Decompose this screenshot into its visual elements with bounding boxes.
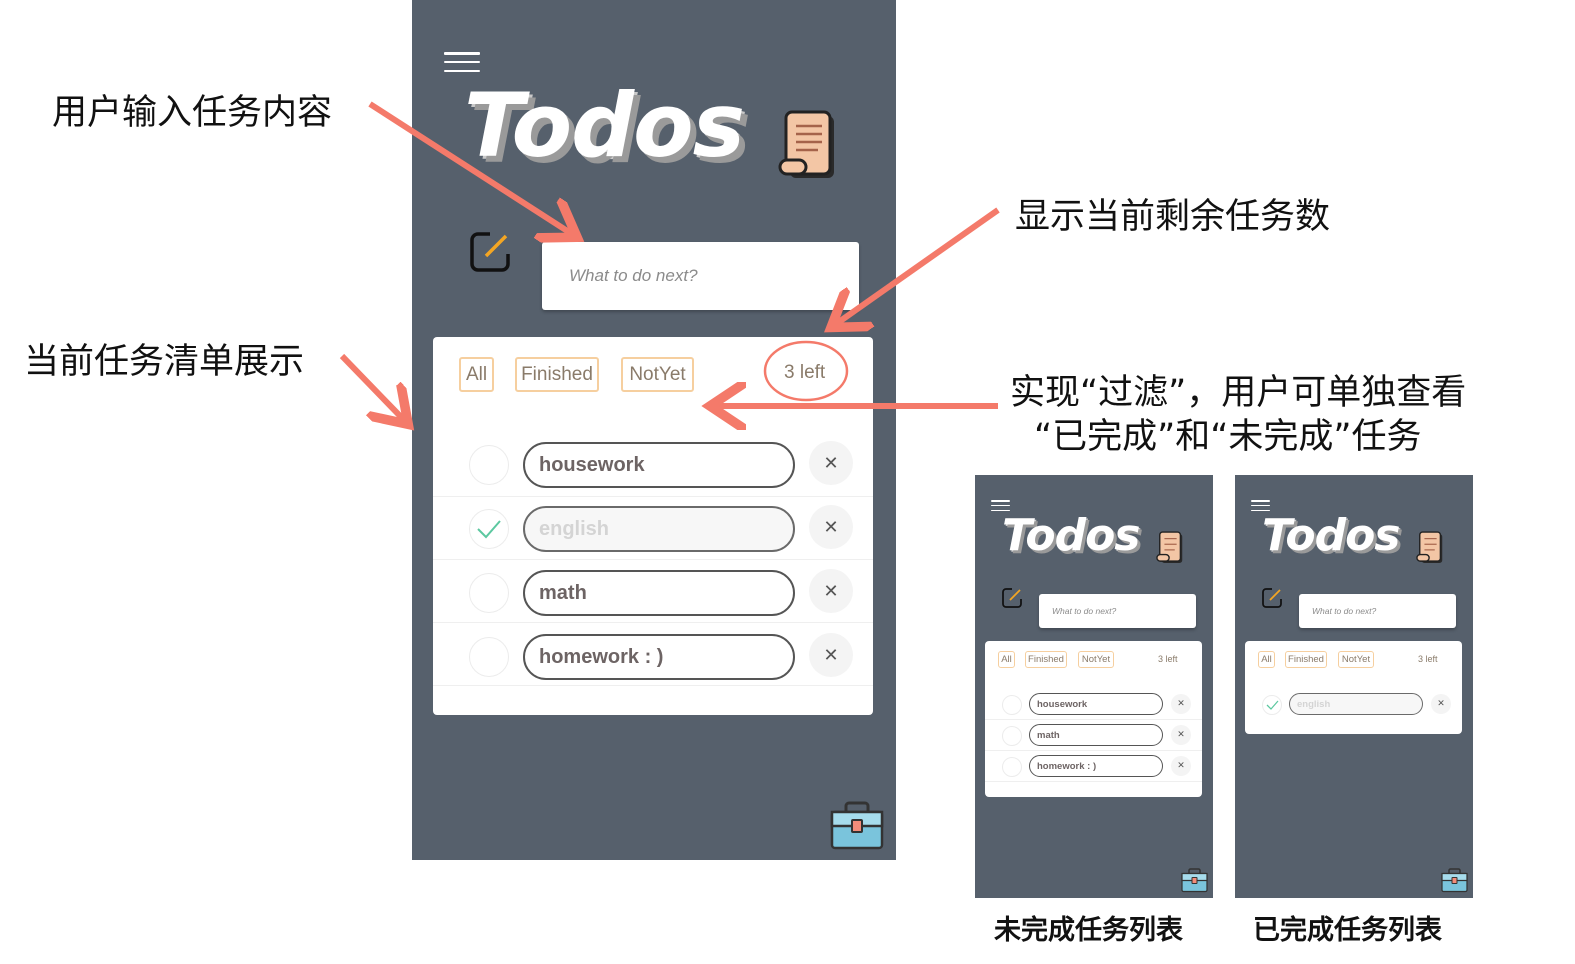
edit-icon	[1002, 588, 1022, 608]
delete-button[interactable]: ✕	[809, 633, 853, 677]
caption-notyet: 未完成任务列表	[994, 915, 1183, 946]
close-icon: ✕	[1177, 730, 1185, 740]
todo-row: math ✕	[433, 560, 873, 623]
todo-text: housework	[523, 442, 795, 488]
remaining-count: 3 left	[784, 362, 826, 383]
app-title: Todos	[1002, 510, 1140, 561]
todo-text: math	[1029, 724, 1163, 746]
toolbox-icon[interactable]	[830, 800, 884, 850]
todo-checkbox-checked[interactable]	[1262, 695, 1282, 715]
scroll-icon	[1156, 531, 1183, 563]
filter-all-button[interactable]: All	[998, 651, 1015, 668]
annotation-filter-line2: “已完成”和“未完成”任务	[1034, 417, 1422, 457]
todo-checkbox[interactable]	[1002, 726, 1022, 746]
todo-row: housework ✕	[433, 434, 873, 497]
todo-text: math	[523, 570, 795, 616]
delete-button[interactable]: ✕	[1171, 694, 1191, 714]
remaining-count: 3 left	[1158, 654, 1178, 664]
close-icon: ✕	[823, 644, 839, 666]
notyet-list-screen: Todos What to do next? All Finished NotY…	[975, 475, 1213, 898]
toolbox-icon[interactable]	[1181, 867, 1208, 893]
todo-checkbox[interactable]	[1002, 757, 1022, 777]
filter-all-button[interactable]: All	[459, 357, 494, 392]
todo-row: english ✕	[1245, 689, 1462, 720]
delete-button[interactable]: ✕	[809, 441, 853, 485]
todo-text-done: english	[1289, 693, 1423, 715]
todo-text: housework	[1029, 693, 1163, 715]
arrow-to-list	[339, 353, 404, 420]
todo-text: homework : )	[523, 634, 795, 680]
filter-all-button[interactable]: All	[1258, 651, 1275, 668]
todo-input[interactable]: What to do next?	[1039, 594, 1196, 628]
scroll-icon	[778, 110, 834, 178]
todo-row: english ✕	[433, 497, 873, 560]
finished-list-screen: Todos What to do next? All Finished NotY…	[1235, 475, 1473, 898]
annotation-list: 当前任务清单展示	[24, 342, 305, 382]
annotation-remaining: 显示当前剩余任务数	[1015, 197, 1331, 237]
close-icon: ✕	[823, 452, 839, 474]
remaining-count: 3 left	[1418, 654, 1438, 664]
close-icon: ✕	[823, 516, 839, 538]
filter-notyet-button[interactable]: NotYet	[1338, 651, 1374, 668]
toolbox-icon[interactable]	[1441, 867, 1468, 893]
annotation-input: 用户输入任务内容	[52, 93, 333, 133]
todo-checkbox[interactable]	[469, 573, 509, 613]
todo-checkbox[interactable]	[1002, 695, 1022, 715]
filter-notyet-button[interactable]: NotYet	[621, 357, 694, 392]
delete-button[interactable]: ✕	[1431, 694, 1451, 714]
todo-text: homework : )	[1029, 755, 1163, 777]
todo-row: housework ✕	[985, 689, 1202, 720]
app-title: Todos	[1262, 510, 1400, 561]
todo-input[interactable]: What to do next?	[1299, 594, 1456, 628]
todo-list-card: All Finished NotYet 3 left housework ✕ m…	[985, 641, 1202, 797]
close-icon: ✕	[1177, 699, 1185, 709]
filter-notyet-button[interactable]: NotYet	[1078, 651, 1114, 668]
caption-finished: 已完成任务列表	[1253, 915, 1442, 946]
check-icon	[477, 520, 501, 539]
filter-finished-button[interactable]: Finished	[1285, 651, 1327, 668]
todo-row: homework : ) ✕	[985, 751, 1202, 782]
todo-row: math ✕	[985, 720, 1202, 751]
main-app-screen: Todos What to do next? All Finished NotY…	[412, 0, 896, 860]
todo-input[interactable]: What to do next?	[542, 242, 859, 310]
close-icon: ✕	[1177, 761, 1185, 771]
filter-finished-button[interactable]: Finished	[515, 357, 599, 392]
app-title: Todos	[464, 74, 745, 177]
todo-text-done: english	[523, 506, 795, 552]
todo-list-card: All Finished NotYet 3 left english ✕	[1245, 641, 1462, 734]
filter-finished-button[interactable]: Finished	[1025, 651, 1067, 668]
todo-row: homework : ) ✕	[433, 623, 873, 686]
delete-button[interactable]: ✕	[1171, 725, 1191, 745]
todo-checkbox[interactable]	[469, 637, 509, 677]
hamburger-menu-icon[interactable]	[444, 52, 480, 72]
edit-icon	[1262, 588, 1282, 608]
delete-button[interactable]: ✕	[809, 505, 853, 549]
delete-button[interactable]: ✕	[1171, 756, 1191, 776]
close-icon: ✕	[1437, 699, 1445, 709]
edit-icon	[470, 232, 510, 272]
check-icon	[1266, 700, 1278, 710]
scroll-icon	[1416, 531, 1443, 563]
close-icon: ✕	[823, 580, 839, 602]
todo-list-card: All Finished NotYet 3 left housework ✕ e…	[433, 337, 873, 715]
delete-button[interactable]: ✕	[809, 569, 853, 613]
todo-checkbox-checked[interactable]	[469, 509, 509, 549]
todo-checkbox[interactable]	[469, 445, 509, 485]
